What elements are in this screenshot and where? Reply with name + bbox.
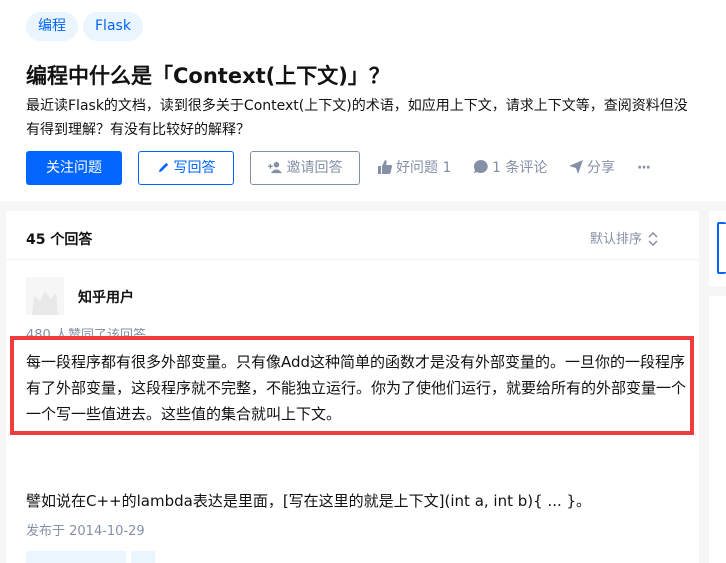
comment-icon xyxy=(473,159,488,174)
thumbs-up-icon xyxy=(378,160,392,174)
invite-answer-button[interactable]: 邀请回答 xyxy=(250,151,360,185)
share-label: 分享 xyxy=(587,160,615,176)
write-answer-label: 写回答 xyxy=(173,160,216,176)
sort-dropdown[interactable]: 默认排序 xyxy=(590,228,658,247)
sort-chevron-icon xyxy=(648,231,658,247)
upvote-button[interactable] xyxy=(26,551,126,563)
pencil-icon xyxy=(158,162,168,173)
share-button[interactable]: 分享 xyxy=(569,151,615,185)
header-divider xyxy=(6,259,699,260)
answer-count: 45 个回答 xyxy=(26,232,93,248)
add-user-icon xyxy=(267,161,282,174)
likes-count: 480 人赞同了该回答 xyxy=(26,328,146,336)
comments-button[interactable]: 1 条评论 xyxy=(473,151,548,185)
answer-paragraph-1: 每一段程序都有很多外部变量。只有像Add这种简单的函数才是没有外部变量的。一旦你… xyxy=(26,353,687,423)
sort-label: 默认排序 xyxy=(590,232,643,247)
topic-tag-flask[interactable]: Flask xyxy=(83,12,143,41)
follow-question-button[interactable]: 关注问题 xyxy=(26,151,122,185)
question-title[interactable]: 编程中什么是「Context(上下文)」？ xyxy=(26,60,390,90)
topic-tag-programming[interactable]: 编程 xyxy=(26,12,78,41)
good-question-label: 好问题 1 xyxy=(396,160,452,176)
default-avatar-icon xyxy=(32,291,58,315)
author-name[interactable]: 知乎用户 xyxy=(78,287,134,307)
comments-label: 1 条评论 xyxy=(492,160,548,176)
question-description: 最近读Flask的文档，读到很多关于Context(上下文)的术语，如应用上下文… xyxy=(26,98,688,138)
write-answer-button[interactable]: 写回答 xyxy=(138,151,234,185)
avatar[interactable] xyxy=(26,277,64,315)
invite-answer-label: 邀请回答 xyxy=(286,160,343,176)
publish-date[interactable]: 发布于 2014-10-29 xyxy=(26,520,145,539)
share-icon xyxy=(569,160,583,174)
good-question-button[interactable]: 好问题 1 xyxy=(378,151,451,185)
write-answer-sidebar-icon[interactable] xyxy=(717,222,726,274)
answer-paragraph-2: 譬如说在C++的lambda表达是里面，[写在这里的就是上下文](int a, … xyxy=(26,492,592,510)
more-button[interactable]: ··· xyxy=(637,151,651,185)
downvote-button[interactable] xyxy=(131,551,155,563)
sidebar-card-secondary xyxy=(709,296,726,563)
